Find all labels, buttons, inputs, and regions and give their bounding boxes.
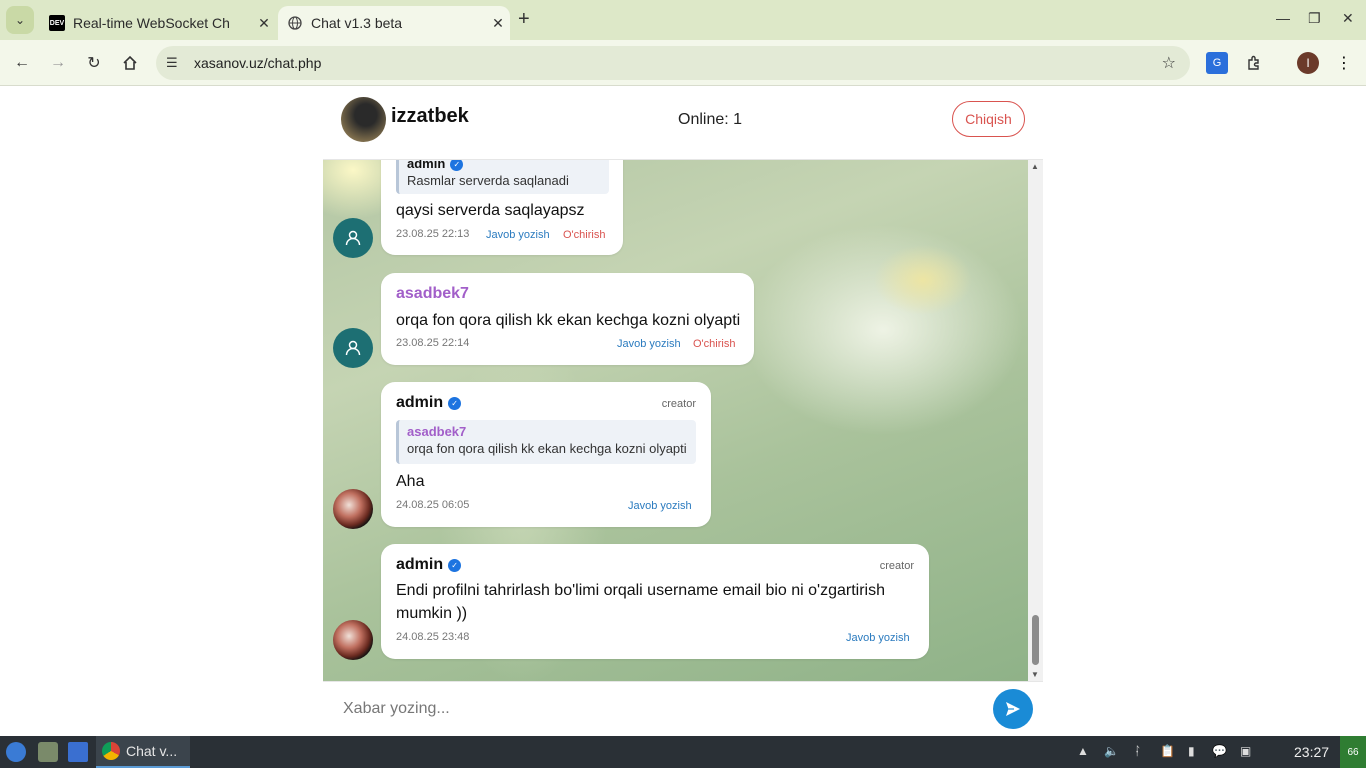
send-arrow-icon <box>1006 702 1020 716</box>
tab-chat[interactable]: Chat v1.3 beta ✕ <box>278 6 510 40</box>
user-avatar <box>341 97 386 142</box>
quoted-reply[interactable]: admin ✓ Rasmlar serverda saqlanadi <box>396 160 609 194</box>
bookmark-star-icon[interactable]: ☆ <box>1162 53 1176 73</box>
message-input[interactable] <box>331 688 981 730</box>
browser-tabbar: ⌄ DEV Real-time WebSocket Ch ✕ Chat v1.3… <box>0 0 1366 40</box>
tab-title: Real-time WebSocket Ch <box>73 15 230 31</box>
home-icon[interactable] <box>118 51 142 75</box>
page: izzatbek Online: 1 Chiqish admin ✓ Rasmla… <box>0 87 1366 736</box>
quoted-reply[interactable]: asadbek7 orqa fon qora qilish kk ekan ke… <box>396 420 696 464</box>
quoted-sender: asadbek7 <box>407 424 467 439</box>
browser-toolbar: ← → ↻ ☰ xasanov.uz/chat.php ☆ G I ⋮ <box>0 40 1366 86</box>
taskbar-chrome-app[interactable]: Chat v... <box>96 736 190 768</box>
message-text: orqa fon qora qilish kk ekan kechga kozn… <box>396 312 741 329</box>
tab-websocket-chat[interactable]: DEV Real-time WebSocket Ch ✕ <box>40 6 276 40</box>
forward-arrow-icon[interactable]: → <box>46 51 70 75</box>
url-text: xasanov.uz/chat.php <box>194 55 322 71</box>
chrome-icon <box>102 742 120 760</box>
tab-title: Chat v1.3 beta <box>311 15 403 31</box>
reply-link[interactable]: Javob yozish <box>486 229 550 241</box>
verified-badge-icon: ✓ <box>450 160 464 171</box>
address-bar[interactable]: ☰ xasanov.uz/chat.php ☆ <box>156 46 1190 80</box>
usb-icon[interactable]: ▮ <box>1188 744 1195 758</box>
message-text: Aha <box>396 473 425 490</box>
send-button[interactable] <box>993 689 1033 729</box>
reload-icon[interactable]: ↻ <box>82 51 106 75</box>
quoted-text: orqa fon qora qilish kk ekan kechga kozn… <box>407 441 687 456</box>
scrollbar-thumb[interactable] <box>1032 615 1039 665</box>
verified-badge-icon: ✓ <box>448 559 462 572</box>
message-list[interactable]: admin ✓ Rasmlar serverda saqlanadi qaysi … <box>323 160 1028 681</box>
globe-favicon-icon <box>287 15 303 31</box>
role-badge: creator <box>661 398 696 410</box>
online-count: Online: 1 <box>678 111 743 128</box>
user-avatar-icon <box>333 328 373 368</box>
admin-avatar <box>333 620 373 660</box>
os-taskbar: Chat v... ▲ 🔈 ᛛ 📋 ▮ 💬 ▣ 23:27 66 <box>0 736 1366 768</box>
reply-link[interactable]: Javob yozish <box>846 632 910 644</box>
notification-icon[interactable]: 💬 <box>1212 744 1227 758</box>
scroll-down-icon[interactable]: ▼ <box>1031 670 1039 679</box>
logout-button[interactable]: Chiqish <box>952 101 1025 137</box>
message-text: qaysi serverda saqlayapsz <box>396 202 585 219</box>
site-settings-icon[interactable]: ☰ <box>166 55 186 71</box>
delete-link[interactable]: O'chirish <box>693 338 735 350</box>
current-username: izzatbek <box>391 105 469 127</box>
tab-search-chevron-icon[interactable]: ⌄ <box>6 6 34 34</box>
clipboard-icon[interactable]: 📋 <box>1160 744 1175 758</box>
taskbar-app-label: Chat v... <box>126 743 178 759</box>
scroll-up-icon[interactable]: ▲ <box>1031 162 1039 171</box>
dev-favicon-icon: DEV <box>49 15 65 31</box>
message-time: 24.08.25 06:05 <box>396 499 470 511</box>
translate-icon[interactable]: G <box>1206 52 1228 74</box>
message-time: 23.08.25 22:14 <box>396 337 470 349</box>
network-icon[interactable]: ▣ <box>1240 744 1251 758</box>
delete-link[interactable]: O'chirish <box>563 229 605 241</box>
extensions-puzzle-icon[interactable] <box>1243 52 1265 74</box>
window-close-icon[interactable]: ✕ <box>1342 10 1354 27</box>
tray-up-icon[interactable]: ▲ <box>1077 744 1089 758</box>
quoted-sender: admin ✓ <box>407 160 601 171</box>
message-time: 23.08.25 22:13 <box>396 228 470 240</box>
minimize-icon[interactable]: — <box>1276 10 1290 26</box>
start-menu-icon[interactable] <box>6 742 26 762</box>
back-arrow-icon[interactable]: ← <box>10 51 34 75</box>
message-time: 24.08.25 23:48 <box>396 631 470 643</box>
file-manager-icon[interactable] <box>38 742 58 762</box>
tab-close-icon[interactable]: ✕ <box>252 15 276 32</box>
message-text: Endi profilni tahrirlash bo'limi orqali … <box>396 582 885 622</box>
message-composer <box>323 681 1043 736</box>
message-bubble: admin ✓ creator Endi profilni tahrirlash … <box>381 544 929 659</box>
admin-avatar <box>333 489 373 529</box>
reply-link[interactable]: Javob yozish <box>628 500 692 512</box>
message-sender: admin ✓ <box>396 556 462 574</box>
verified-badge-icon: ✓ <box>448 397 462 410</box>
chat-container: izzatbek Online: 1 Chiqish admin ✓ Rasmla… <box>323 87 1043 736</box>
new-tab-plus-icon[interactable]: + <box>518 8 530 31</box>
quoted-text: Rasmlar serverda saqlanadi <box>407 173 569 188</box>
message-sender: asadbek7 <box>396 285 469 302</box>
battery-indicator[interactable]: 66 <box>1340 736 1366 768</box>
message-scrollbar[interactable]: ▲ ▼ <box>1028 160 1043 681</box>
taskbar-clock[interactable]: 23:27 <box>1294 744 1329 760</box>
role-badge: creator <box>879 560 914 572</box>
reply-link[interactable]: Javob yozish <box>617 338 681 350</box>
chat-header: izzatbek Online: 1 Chiqish <box>323 87 1043 160</box>
volume-icon[interactable]: 🔈 <box>1104 744 1119 758</box>
more-menu-icon[interactable]: ⋮ <box>1333 52 1355 74</box>
bluetooth-icon[interactable]: ᛛ <box>1134 744 1141 758</box>
profile-avatar-icon[interactable]: I <box>1297 52 1319 74</box>
restore-icon[interactable]: ❐ <box>1308 10 1321 27</box>
tab-close-icon[interactable]: ✕ <box>486 15 510 32</box>
desktop-icon[interactable] <box>68 742 88 762</box>
user-avatar-icon <box>333 218 373 258</box>
message-sender: admin ✓ <box>396 394 462 412</box>
message-bubble: asadbek7 orqa fon qora qilish kk ekan ke… <box>381 273 754 365</box>
message-bubble: admin ✓ Rasmlar serverda saqlanadi qaysi … <box>381 160 623 255</box>
message-bubble: admin ✓ creator asadbek7 orqa fon qora qi… <box>381 382 711 527</box>
